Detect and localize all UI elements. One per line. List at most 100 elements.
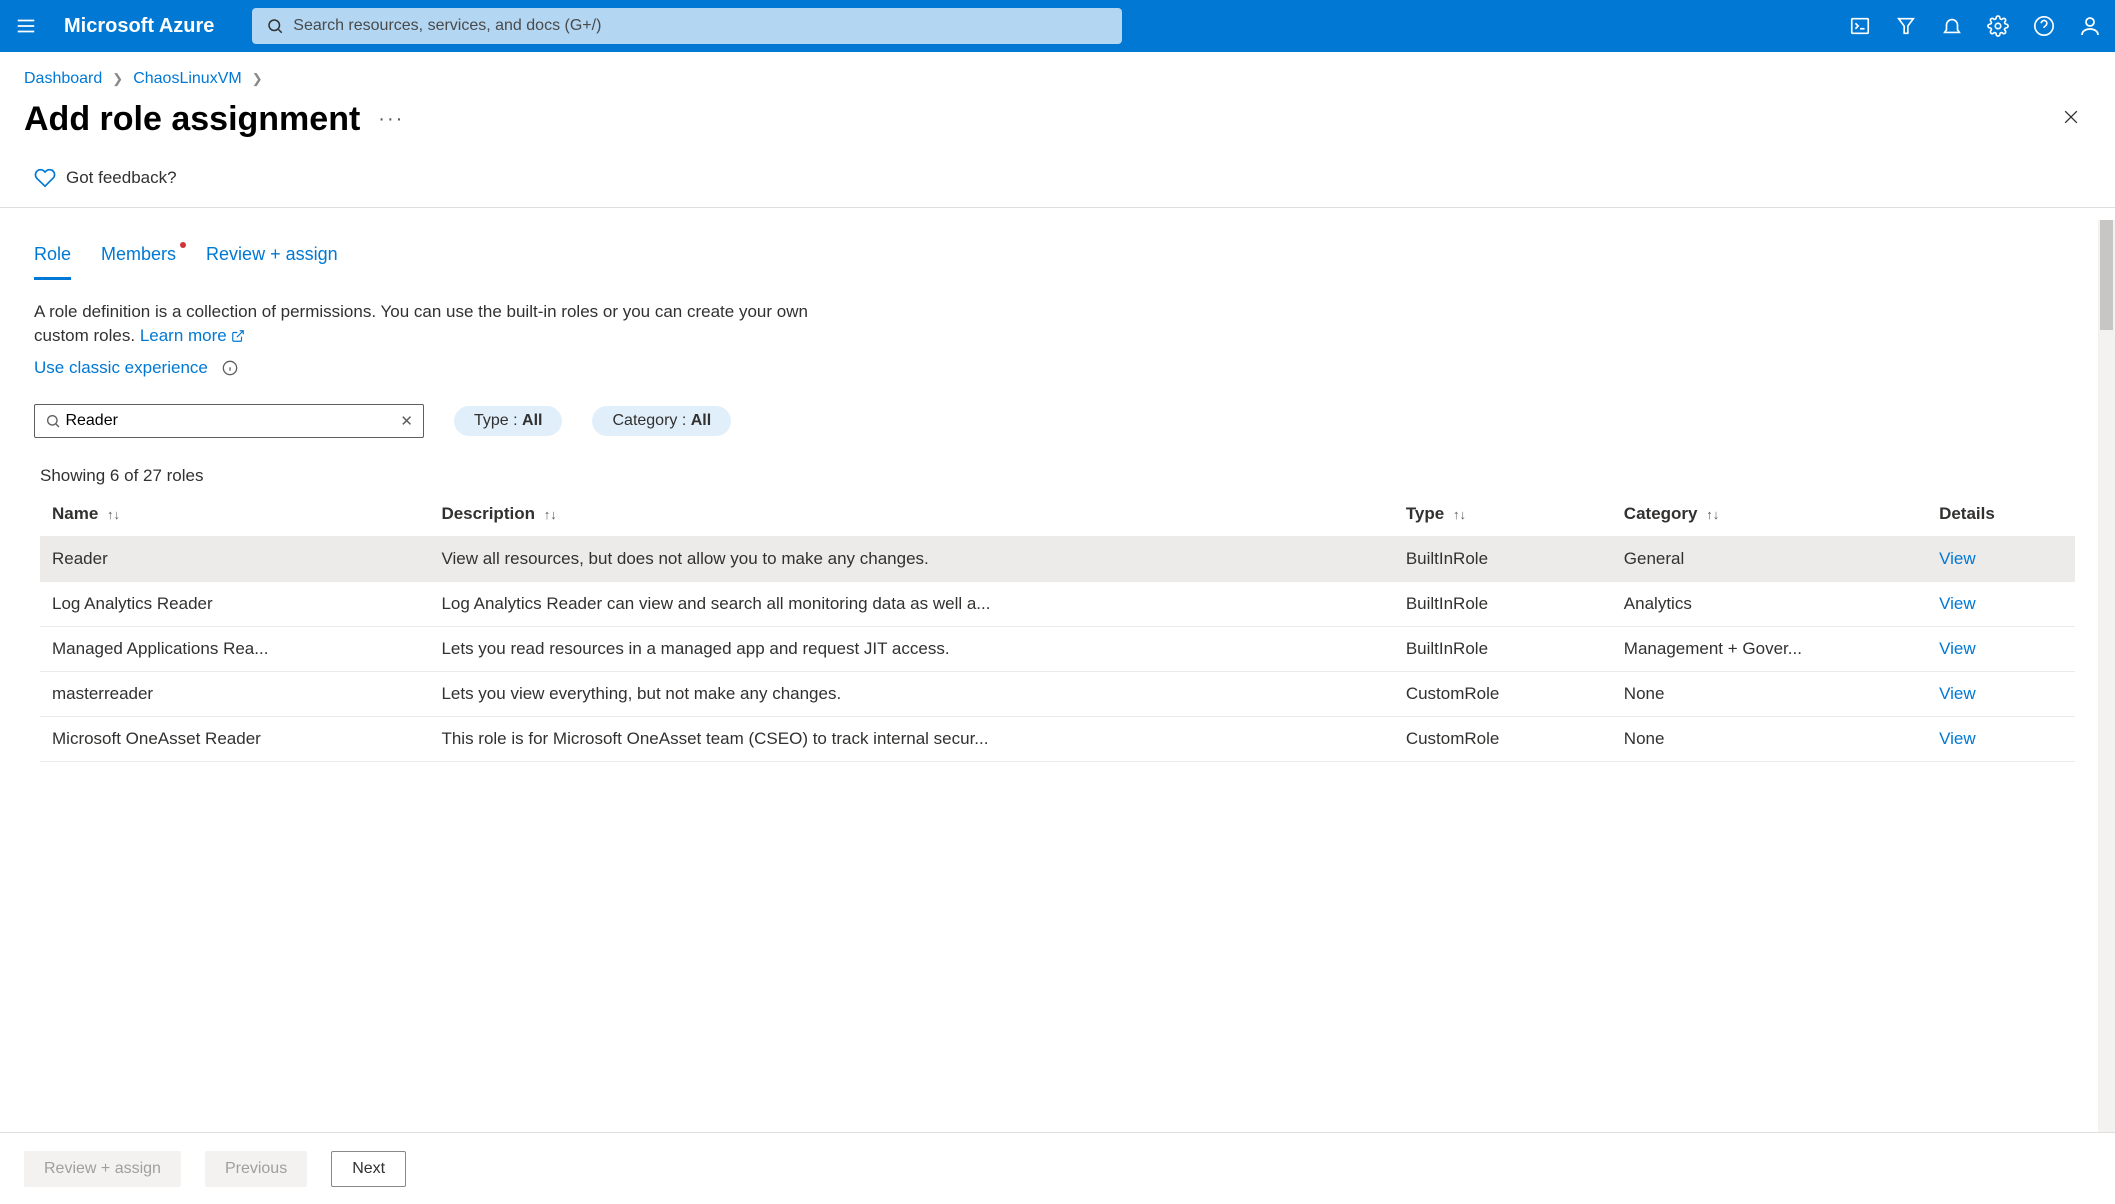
cell-description: This role is for Microsoft OneAsset team… [429,716,1393,761]
type-filter-pill[interactable]: Type : All [454,406,562,436]
table-row[interactable]: masterreaderLets you view everything, bu… [40,671,2075,716]
help-icon[interactable] [2031,13,2057,39]
col-name-label: Name [52,504,98,523]
indicator-dot-icon [180,242,186,248]
scrollbar-thumb[interactable] [2100,220,2113,330]
cloud-shell-icon[interactable] [1847,13,1873,39]
col-name[interactable]: Name ↑↓ [40,494,429,537]
col-category-label: Category [1624,504,1698,523]
cell-type: CustomRole [1394,671,1612,716]
type-filter-label: Type : [474,412,522,429]
tab-members-label: Members [101,244,176,264]
hamburger-menu-icon[interactable] [12,12,40,40]
col-desc-label: Description [441,504,535,523]
table-row[interactable]: Managed Applications Rea...Lets you read… [40,626,2075,671]
role-search[interactable]: ✕ [34,404,424,438]
view-link[interactable]: View [1939,684,1976,703]
breadcrumb-resource[interactable]: ChaosLinuxVM [133,70,242,88]
previous-button[interactable]: Previous [205,1151,307,1187]
col-desc[interactable]: Description ↑↓ [429,494,1393,537]
classic-experience: Use classic experience [0,354,2115,398]
cell-category: None [1612,671,1927,716]
col-type-label: Type [1406,504,1444,523]
cell-details: View [1927,626,2075,671]
category-filter-value: All [691,412,711,429]
footer: Review + assign Previous Next [0,1132,2115,1204]
cell-name: Reader [40,536,429,581]
heart-icon [34,167,56,189]
cell-category: Analytics [1612,581,1927,626]
cell-details: View [1927,671,2075,716]
scrollbar[interactable] [2098,220,2115,1132]
info-icon[interactable] [222,360,238,376]
cell-type: BuiltInRole [1394,536,1612,581]
settings-gear-icon[interactable] [1985,13,2011,39]
tab-review-label: Review + assign [206,244,338,264]
next-button[interactable]: Next [331,1151,406,1187]
role-search-input[interactable] [65,412,400,430]
cell-name: Microsoft OneAsset Reader [40,716,429,761]
cell-type: BuiltInRole [1394,581,1612,626]
account-icon[interactable] [2077,13,2103,39]
cell-details: View [1927,716,2075,761]
page-title: Add role assignment [24,100,360,139]
feedback-row[interactable]: Got feedback? [0,157,2115,208]
category-filter-label: Category : [612,412,690,429]
category-filter-pill[interactable]: Category : All [592,406,731,436]
chevron-right-icon: ❯ [112,71,123,87]
cell-name: Log Analytics Reader [40,581,429,626]
view-link[interactable]: View [1939,729,1976,748]
table-row[interactable]: ReaderView all resources, but does not a… [40,536,2075,581]
main-area: Role Members Review + assign A role defi… [0,220,2115,1132]
type-filter-value: All [522,412,542,429]
view-link[interactable]: View [1939,639,1976,658]
chevron-right-icon: ❯ [252,71,263,87]
view-link[interactable]: View [1939,594,1976,613]
topbar-right [1847,13,2103,39]
more-icon[interactable]: ··· [378,108,404,131]
cell-details: View [1927,536,2075,581]
sort-icon: ↑↓ [544,507,557,522]
breadcrumb-dashboard[interactable]: Dashboard [24,70,102,88]
table-row[interactable]: Log Analytics ReaderLog Analytics Reader… [40,581,2075,626]
cell-description: Lets you read resources in a managed app… [429,626,1393,671]
tab-members[interactable]: Members [101,244,176,280]
global-search[interactable] [252,8,1122,44]
learn-more-link[interactable]: Learn more [140,326,246,345]
search-icon [266,17,284,35]
col-details-label: Details [1939,504,1995,523]
cell-name: Managed Applications Rea... [40,626,429,671]
sort-icon: ↑↓ [107,507,120,522]
col-type[interactable]: Type ↑↓ [1394,494,1612,537]
filter-icon[interactable] [1893,13,1919,39]
cell-category: General [1612,536,1927,581]
sort-icon: ↑↓ [1453,507,1466,522]
cell-description: Log Analytics Reader can view and search… [429,581,1393,626]
tabs: Role Members Review + assign [0,220,2115,280]
table-row[interactable]: Microsoft OneAsset ReaderThis role is fo… [40,716,2075,761]
filter-row: ✕ Type : All Category : All [0,398,2115,456]
brand-label[interactable]: Microsoft Azure [56,15,222,38]
cell-type: BuiltInRole [1394,626,1612,671]
notifications-icon[interactable] [1939,13,1965,39]
cell-description: Lets you view everything, but not make a… [429,671,1393,716]
col-details: Details [1927,494,2075,537]
cell-name: masterreader [40,671,429,716]
close-icon[interactable] [2051,103,2091,137]
sort-icon: ↑↓ [1706,507,1719,522]
clear-icon[interactable]: ✕ [400,412,413,430]
roles-table: Name ↑↓ Description ↑↓ Type ↑↓ Category … [40,494,2075,762]
view-link[interactable]: View [1939,549,1976,568]
cell-category: Management + Gover... [1612,626,1927,671]
cell-type: CustomRole [1394,716,1612,761]
external-link-icon [231,329,245,343]
global-search-input[interactable] [293,17,1108,35]
tab-review-assign[interactable]: Review + assign [206,244,338,280]
top-bar: Microsoft Azure [0,0,2115,52]
review-assign-button[interactable]: Review + assign [24,1151,181,1187]
cell-category: None [1612,716,1927,761]
classic-experience-link[interactable]: Use classic experience [34,358,208,377]
col-category[interactable]: Category ↑↓ [1612,494,1927,537]
tab-role[interactable]: Role [34,244,71,280]
search-icon [45,413,61,429]
